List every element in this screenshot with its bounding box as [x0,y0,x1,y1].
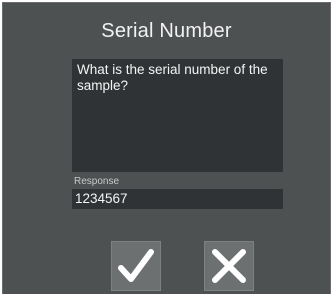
checkmark-icon [118,249,154,282]
response-input[interactable]: 1234567 [72,189,283,209]
dialog-title: Serial Number [101,20,232,42]
close-icon [212,249,246,283]
response-label: Response [74,176,120,187]
confirm-button[interactable] [111,241,161,291]
prompt-text: What is the serial number of the sample? [72,59,283,172]
serial-number-dialog: Serial Number What is the serial number … [2,2,331,294]
cancel-button[interactable] [204,241,254,291]
